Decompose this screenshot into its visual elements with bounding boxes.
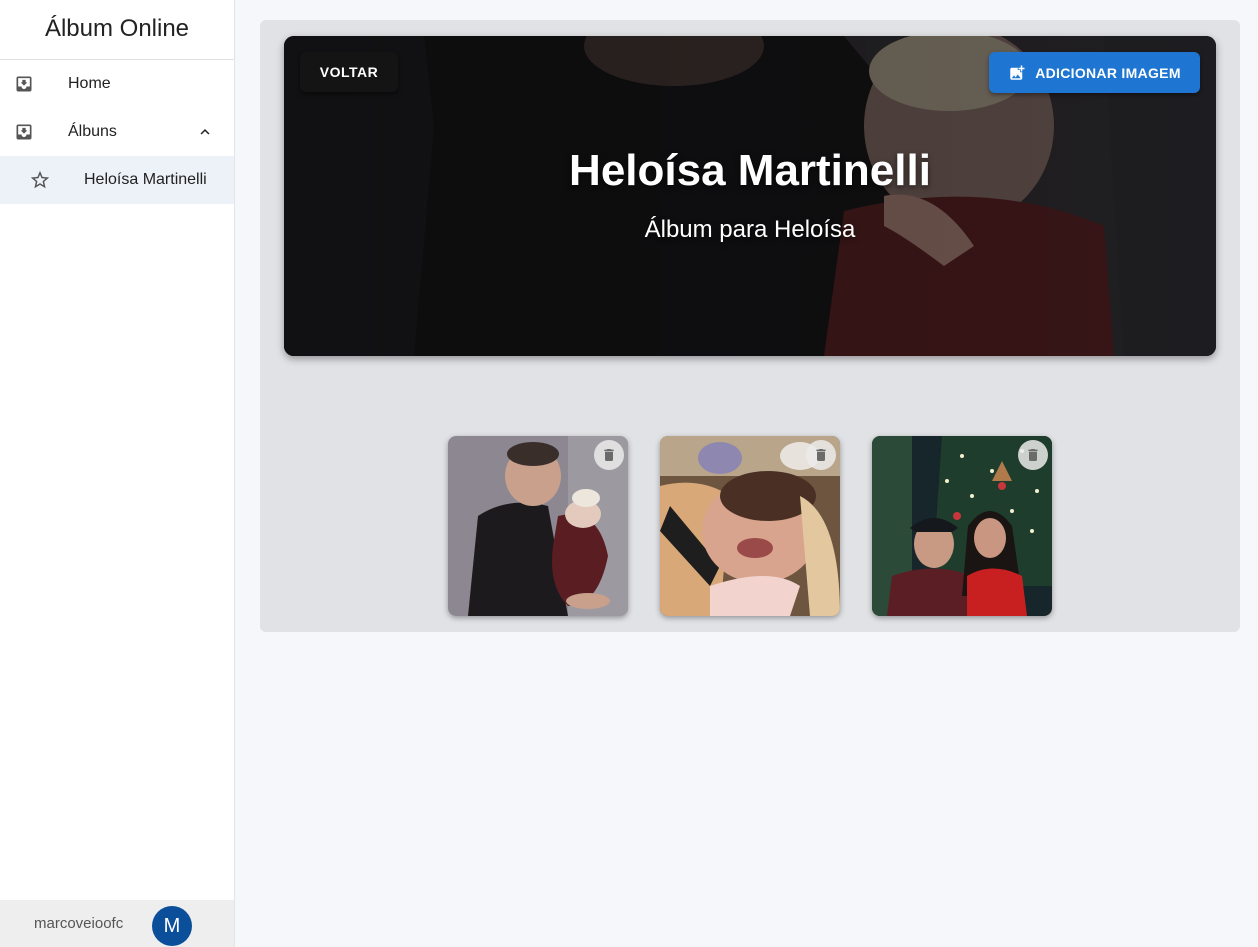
trash-icon — [1028, 449, 1038, 461]
sidebar-item-label: Home — [68, 75, 111, 92]
username: marcoveioofc — [34, 915, 124, 932]
sidebar-item-label: Álbuns — [68, 123, 117, 140]
sidebar-item-home[interactable]: Home — [0, 60, 234, 108]
chevron-up-icon[interactable] — [196, 123, 214, 141]
star-outline-icon — [30, 170, 50, 189]
add-image-label: ADICIONAR IMAGEM — [1035, 64, 1181, 81]
photo-card[interactable] — [660, 436, 840, 616]
photo-grid — [260, 436, 1240, 616]
album-subtitle: Álbum para Heloísa — [644, 216, 856, 243]
delete-photo-button[interactable] — [1018, 440, 1048, 470]
sidebar-item-albums[interactable]: Álbuns — [0, 108, 234, 156]
trash-icon — [604, 449, 614, 461]
inbox-download-icon — [16, 76, 32, 92]
photo-card[interactable] — [448, 436, 628, 616]
add-image-button[interactable]: ADICIONAR IMAGEM — [989, 52, 1200, 93]
user-footer: marcoveioofc M — [0, 900, 234, 947]
trash-icon — [816, 449, 826, 461]
photo-card[interactable] — [872, 436, 1052, 616]
sidebar-item-label: Heloísa Martinelli — [84, 171, 207, 188]
album-panel: VOLTAR ADICIONAR IMAGEM Heloísa Martinel… — [260, 20, 1240, 632]
sidebar: Álbum Online Home Álbuns Heloísa Martine… — [0, 0, 235, 947]
app-title: Álbum Online — [0, 0, 234, 60]
sidebar-item-heloisa-martinelli[interactable]: Heloísa Martinelli — [0, 156, 234, 204]
back-button[interactable]: VOLTAR — [300, 52, 398, 92]
album-hero-banner: VOLTAR ADICIONAR IMAGEM Heloísa Martinel… — [284, 36, 1216, 356]
delete-photo-button[interactable] — [806, 440, 836, 470]
delete-photo-button[interactable] — [594, 440, 624, 470]
inbox-download-icon — [16, 124, 32, 140]
add-photo-icon — [1010, 65, 1025, 80]
album-title: Heloísa Martinelli — [569, 146, 931, 195]
avatar[interactable]: M — [152, 906, 192, 946]
